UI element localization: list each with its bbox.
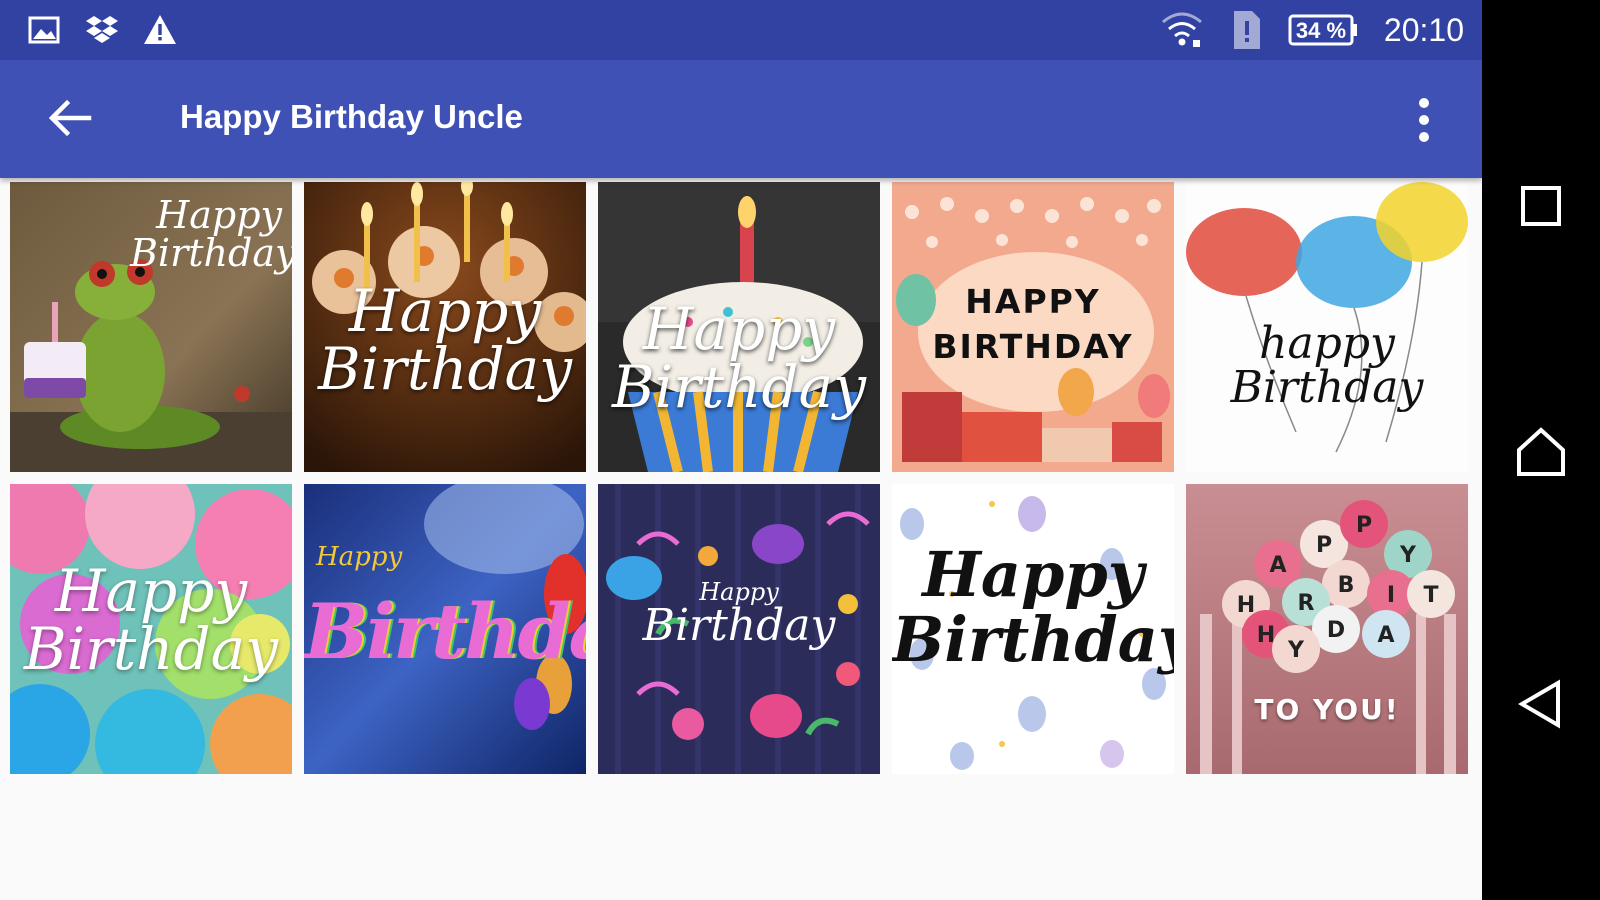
home-button[interactable]: [1511, 422, 1571, 482]
card-image: [10, 484, 292, 774]
recents-button[interactable]: [1511, 176, 1571, 236]
balloon-letter: A: [1269, 553, 1286, 578]
more-vertical-icon: [1419, 98, 1429, 142]
card-image: [304, 182, 586, 472]
dropbox-icon: [86, 16, 118, 43]
balloon-letter: P: [1356, 513, 1372, 538]
card-thumbnail[interactable]: Happy Birthday: [10, 182, 292, 472]
warning-icon: [144, 15, 176, 44]
card-thumbnail[interactable]: happy Birthday: [1186, 182, 1468, 472]
balloon-letter: A: [1377, 623, 1394, 648]
page-title: Happy Birthday Uncle: [180, 98, 523, 135]
balloon-letter: Y: [1287, 638, 1305, 663]
balloon-letter: T: [1423, 583, 1438, 608]
triangle-back-icon: [1518, 679, 1560, 729]
app-toolbar: Happy Birthday Uncle: [0, 60, 1482, 178]
balloon-letter: D: [1327, 618, 1345, 643]
card-image: [304, 484, 586, 774]
wifi-icon: [1161, 12, 1202, 47]
card-image: [598, 484, 880, 774]
card-thumbnail[interactable]: HAPPY BIRTHDAY: [892, 182, 1174, 472]
card-grid: Happy Birthday Happy Birthday Happy Birt…: [10, 182, 1468, 774]
balloon-letter: I: [1387, 583, 1395, 608]
arrow-left-icon: [48, 99, 92, 137]
battery-icon: 34 %: [1288, 13, 1358, 47]
sim-alert-icon: [1233, 11, 1260, 49]
card-image: [1186, 182, 1468, 472]
status-clock: 20:10: [1383, 11, 1464, 48]
card-thumbnail[interactable]: Happy Birthday: [892, 484, 1174, 774]
card-image: [892, 182, 1174, 472]
balloon-letter: B: [1338, 573, 1355, 598]
card-thumbnail[interactable]: Happy Birthday: [598, 484, 880, 774]
card-image: [598, 182, 880, 472]
card-image: [892, 484, 1174, 774]
status-bar: 34 % 20:10: [0, 0, 1482, 60]
card-thumbnail[interactable]: Happy Birthday: [304, 484, 586, 774]
card-image: [10, 182, 292, 472]
battery-percent: 34 %: [1295, 18, 1347, 43]
square-icon: [1521, 186, 1561, 226]
back-button[interactable]: [38, 86, 102, 150]
image-icon: [28, 16, 60, 44]
card-image: HAPPYB IR TH D AY: [1186, 484, 1468, 774]
balloon-letter: R: [1298, 591, 1315, 616]
balloon-letter: P: [1316, 533, 1332, 558]
navigation-bar: [1482, 0, 1600, 900]
app-screen: 34 % 20:10 Happy Birthday Uncle Happy Bi…: [0, 0, 1482, 900]
balloon-letter: Y: [1399, 543, 1417, 568]
home-icon: [1517, 427, 1565, 476]
balloon-letter: H: [1257, 623, 1275, 648]
card-thumbnail[interactable]: Happy Birthday: [598, 182, 880, 472]
system-back-button[interactable]: [1511, 674, 1571, 734]
card-thumbnail[interactable]: HAPPYBIRTHDAY TO YOU!: [1186, 484, 1468, 774]
overflow-menu-button[interactable]: [1396, 88, 1452, 152]
card-thumbnail[interactable]: Happy Birthday: [10, 484, 292, 774]
card-thumbnail[interactable]: Happy Birthday: [304, 182, 586, 472]
